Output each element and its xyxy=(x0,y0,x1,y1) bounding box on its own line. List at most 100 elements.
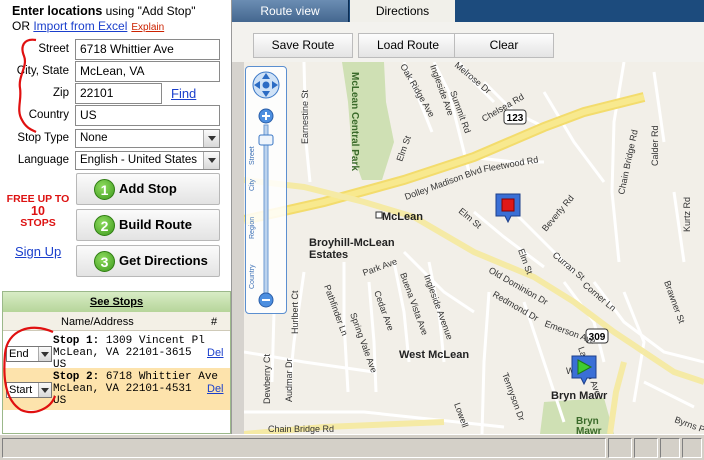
stops-panel: See Stops Name/Address # End Stop 1: 130… xyxy=(2,291,231,434)
stop-address: Stop 2: 6718 Whittier Ave McLean, VA 221… xyxy=(53,371,218,407)
add-stop-label: Add Stop xyxy=(119,181,177,196)
park-label-2b: Mawr xyxy=(576,426,602,434)
right-panel: Route view Directions Save Route Load Ro… xyxy=(232,0,704,434)
stop-line1: 1309 Vincent Pl xyxy=(99,335,205,347)
clear-button[interactable]: Clear xyxy=(454,33,554,58)
language-label: Language xyxy=(17,154,69,166)
build-route-label: Build Route xyxy=(119,217,192,232)
build-route-button[interactable]: 2 Build Route xyxy=(76,209,220,241)
chevron-down-icon xyxy=(203,152,219,169)
zoom-track[interactable] xyxy=(263,124,269,296)
place-broyhill: Broyhill-McLean xyxy=(309,237,395,249)
city-input[interactable]: McLean, VA xyxy=(75,61,220,82)
find-link[interactable]: Find xyxy=(171,86,196,101)
delete-stop-link[interactable]: Del xyxy=(207,347,224,359)
tab-directions[interactable]: Directions xyxy=(350,0,455,22)
stop-line2: McLean, VA 22101-3615 xyxy=(53,347,192,359)
stoptype-row: Stop Type None xyxy=(0,129,232,151)
promo-line3: STOPS xyxy=(20,217,56,229)
chevron-down-icon xyxy=(38,347,51,361)
zoom-level-region[interactable]: Region xyxy=(249,217,256,239)
city-row: City, State McLean, VA xyxy=(0,61,232,83)
step-2-icon: 2 xyxy=(94,215,115,236)
country-row: Country US xyxy=(0,105,232,127)
status-segment xyxy=(660,438,680,458)
save-route-button[interactable]: Save Route xyxy=(253,33,353,58)
step-1-icon: 1 xyxy=(94,179,115,200)
left-panel: Enter locations using "Add Stop" OR Impo… xyxy=(0,0,232,434)
road-kurtz: Kurtz Rd xyxy=(682,197,692,232)
status-segment-main xyxy=(2,438,606,458)
country-label: Country xyxy=(28,109,69,121)
stop-row: Start Stop 2: 6718 Whittier Ave McLean, … xyxy=(3,368,230,410)
header-title: Enter locations xyxy=(12,4,103,18)
place-west-mclean: West McLean xyxy=(399,349,469,361)
see-stops-link[interactable]: See Stops xyxy=(90,296,143,308)
chevron-down-icon xyxy=(38,383,51,397)
stoptype-select[interactable]: None xyxy=(75,129,220,148)
road-audmar: Audmar Dr xyxy=(284,358,294,402)
col-name-address: Name/Address xyxy=(61,316,134,328)
delete-stop-link[interactable]: Del xyxy=(207,383,224,395)
entry-header: Enter locations using "Add Stop" OR Impo… xyxy=(0,0,231,35)
stop-title: Stop 2: xyxy=(53,371,100,383)
zoom-control: Street City Region Country xyxy=(245,66,287,314)
add-stop-button[interactable]: 1 Add Stop xyxy=(76,173,220,205)
street-input[interactable]: 6718 Whittier Ave xyxy=(75,39,220,60)
map-canvas[interactable]: 123 309 McLean Broyhill-McLean Estates W… xyxy=(244,62,704,434)
zoom-in-icon[interactable] xyxy=(258,108,274,124)
zoom-level-city[interactable]: City xyxy=(249,179,256,191)
language-row: Language English - United States xyxy=(0,151,232,173)
explain-link[interactable]: Explain xyxy=(131,22,164,33)
stop-line2: McLean, VA 22101-4531 xyxy=(53,383,192,395)
sign-up-link[interactable]: Sign Up xyxy=(15,244,61,259)
zip-row: Zip 22101 Find xyxy=(0,83,232,105)
header-or: OR xyxy=(12,19,34,33)
stoptype-label: Stop Type xyxy=(17,132,69,144)
city-label: City, State xyxy=(16,65,69,77)
load-route-button[interactable]: Load Route xyxy=(358,33,458,58)
col-number: # xyxy=(211,316,218,328)
zoom-level-country[interactable]: Country xyxy=(249,264,256,289)
stop-line1: 6718 Whittier Ave xyxy=(99,371,219,383)
see-stops-header: See Stops xyxy=(3,292,230,312)
road-earnestine: Earnestine St xyxy=(300,89,310,144)
chevron-down-icon xyxy=(203,130,219,147)
zoom-slider-handle[interactable] xyxy=(258,134,274,146)
zoom-level-street[interactable]: Street xyxy=(249,146,256,165)
street-label: Street xyxy=(38,43,69,55)
road-calder: Calder Rd xyxy=(650,125,660,166)
route-toolbar: Save Route Load Route Clear xyxy=(232,22,704,62)
street-row: Street 6718 Whittier Ave xyxy=(0,39,232,61)
header-hint: using "Add Stop" xyxy=(102,4,196,18)
pan-control-icon[interactable] xyxy=(252,71,280,99)
road-hurlbert: Hurlbert Ct xyxy=(290,290,300,334)
promo-line2: 10 xyxy=(31,204,45,218)
stop-role-value: End xyxy=(9,348,29,360)
free-stops-promo: FREE UP TO 10 STOPS xyxy=(2,193,74,229)
place-broyhill-2: Estates xyxy=(309,249,348,261)
status-segment xyxy=(682,438,702,458)
stop-role-select[interactable]: Start xyxy=(6,382,52,398)
language-select[interactable]: English - United States xyxy=(75,151,220,170)
zip-input[interactable]: 22101 xyxy=(75,83,162,104)
park-label: McLean Central Park xyxy=(349,72,360,171)
status-bar xyxy=(0,434,704,460)
import-excel-link[interactable]: Import from Excel xyxy=(33,19,127,33)
stoptype-value: None xyxy=(80,132,108,144)
country-input[interactable]: US xyxy=(75,105,220,126)
zoom-out-icon[interactable] xyxy=(258,292,274,308)
tab-route-view[interactable]: Route view xyxy=(232,0,349,22)
stop-role-value: Start xyxy=(9,384,33,396)
status-segment xyxy=(608,438,632,458)
stop-role-select[interactable]: End xyxy=(6,346,52,362)
get-directions-label: Get Directions xyxy=(119,253,208,268)
map-graphic[interactable]: 123 309 McLean Broyhill-McLean Estates W… xyxy=(244,62,704,434)
mclean-marker xyxy=(375,211,383,219)
stop-title: Stop 1: xyxy=(53,335,100,347)
route-123-label: 123 xyxy=(507,113,524,124)
get-directions-button[interactable]: 3 Get Directions xyxy=(76,245,220,277)
stops-column-header: Name/Address # xyxy=(3,312,230,331)
stop-address: Stop 1: 1309 Vincent Pl McLean, VA 22101… xyxy=(53,335,205,371)
view-tabs: Route view Directions xyxy=(232,0,704,22)
